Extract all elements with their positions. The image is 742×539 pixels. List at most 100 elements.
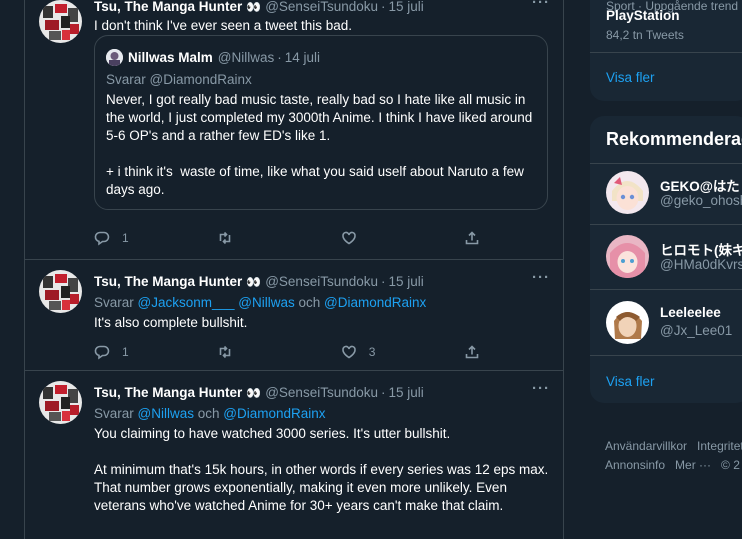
quoted-tweet-text: Never, I got really bad music taste, rea… [106, 92, 533, 197]
tweet-date[interactable]: 15 juli [389, 385, 424, 400]
terms-link[interactable]: Användarvillkor [605, 439, 687, 453]
reply-line: Svarar @Jacksonm___ @Nillwas och @Diamon… [94, 294, 550, 311]
show-more-trends-link[interactable]: Visa fler [606, 70, 655, 85]
tweet-actions: 1 3 [94, 343, 494, 361]
avatar[interactable] [39, 381, 82, 424]
reply-icon [94, 345, 110, 360]
tweet-text: I don't think I've ever seen a tweet thi… [94, 18, 353, 33]
divider [590, 224, 742, 225]
quoted-tweet-header: Nillwas Malm @Nillwas · 14 juli [106, 49, 320, 66]
more-options-icon[interactable]: ··· [532, 380, 550, 397]
reply-to-handle[interactable]: @Nillwas [138, 406, 194, 421]
tweet-header: Tsu, The Manga Hunter 👀 @SenseiTsundoku … [94, 384, 550, 401]
separator-dot: · [277, 50, 282, 65]
tweet[interactable]: Tsu, The Manga Hunter 👀 @SenseiTsundoku … [25, 371, 564, 539]
ads-info-link[interactable]: Annonsinfo [605, 458, 665, 472]
author-name[interactable]: Tsu, The Manga Hunter [94, 0, 242, 14]
reply-to-handle[interactable]: @DiamondRainx [223, 406, 325, 421]
privacy-link[interactable]: Integritet [697, 439, 742, 453]
reply-prefix: Svarar [94, 295, 138, 310]
divider [590, 52, 742, 53]
heart-icon [341, 231, 356, 245]
user-handle: @HMa0dKvrs [660, 257, 742, 272]
more-options-icon[interactable]: ··· [532, 269, 550, 286]
avatar[interactable] [606, 235, 649, 278]
separator-dot: · [381, 385, 386, 400]
reply-conjunction: och [193, 406, 224, 421]
tweet-content: Tsu, The Manga Hunter 👀 @SenseiTsundoku … [94, 380, 550, 515]
tweet-header: Tsu, The Manga Hunter 👀 @SenseiTsundoku … [94, 273, 550, 290]
footer-links: Användarvillkor Integritet Annonsinfo Mer … [605, 437, 742, 475]
eyes-emoji: 👀 [246, 0, 261, 14]
reply-count: 1 [122, 231, 129, 245]
right-sidebar: Sport · Uppgående trend PlayStation 84,2… [590, 0, 742, 539]
trends-panel: Sport · Uppgående trend PlayStation 84,2… [590, 0, 742, 101]
avatar[interactable] [606, 301, 649, 344]
like-button[interactable] [341, 229, 464, 247]
quoted-reply-line: Svarar @DiamondRainx [106, 72, 252, 87]
more-link[interactable]: Mer ··· [675, 458, 711, 472]
copyright: © 2 [721, 458, 740, 472]
user-name: ヒロモト(妹キ [660, 243, 742, 258]
user-handle: @Jx_Lee01 [660, 323, 733, 338]
share-icon [465, 231, 479, 245]
separator-dot: · [381, 0, 386, 14]
heart-icon [341, 345, 356, 359]
tweet-date[interactable]: 15 juli [389, 0, 424, 14]
reply-button[interactable]: 1 [94, 229, 217, 247]
like-button[interactable]: 3 [341, 343, 464, 361]
author-handle[interactable]: @SenseiTsundoku [265, 0, 378, 14]
retweet-button[interactable] [217, 343, 340, 361]
more-options-icon[interactable]: ··· [532, 0, 550, 11]
eyes-emoji: 👀 [246, 385, 261, 400]
tweet-content: Tsu, The Manga Hunter 👀 @SenseiTsundoku … [94, 269, 550, 332]
divider [590, 289, 742, 290]
who-to-follow-panel: Rekommenderade GEKO@はたく @geko_ohoshi [590, 116, 742, 403]
avatar[interactable] [606, 171, 649, 214]
reply-conjunction: och [294, 295, 325, 310]
retweet-icon [220, 231, 231, 245]
reply-icon [94, 231, 110, 246]
trend-tweet-count: 84,2 tn Tweets [606, 28, 684, 42]
tweet[interactable]: Tsu, The Manga Hunter 👀 @SenseiTsundoku … [25, 0, 564, 260]
quoted-author-name: Nillwas Malm [128, 50, 213, 65]
tweet-text: It's also complete bullshit. [94, 315, 248, 330]
divider [590, 355, 742, 356]
reply-line: Svarar @Nillwas och @DiamondRainx [94, 405, 550, 422]
user-handle: @geko_ohoshi [660, 193, 742, 208]
user-name: Leeleelee [660, 305, 721, 320]
author-name[interactable]: Tsu, The Manga Hunter [94, 385, 242, 400]
eyes-emoji: 👀 [246, 274, 261, 289]
retweet-icon [220, 345, 231, 359]
reply-to-handle: @DiamondRainx [149, 72, 252, 87]
reply-prefix: Svarar [94, 406, 138, 421]
tweet-content: Tsu, The Manga Hunter 👀 @SenseiTsundoku … [94, 0, 550, 210]
reply-button[interactable]: 1 [94, 343, 217, 361]
author-handle[interactable]: @SenseiTsundoku [265, 385, 378, 400]
reply-count: 1 [122, 345, 129, 359]
share-icon [465, 345, 479, 359]
tweet-text: You claiming to have watched 3000 series… [94, 426, 549, 513]
show-more-users-link[interactable]: Visa fler [606, 374, 655, 389]
share-button[interactable] [464, 343, 494, 361]
avatar[interactable] [39, 270, 82, 313]
retweet-button[interactable] [217, 229, 340, 247]
share-button[interactable] [464, 229, 494, 247]
author-handle[interactable]: @SenseiTsundoku [265, 274, 378, 289]
quoted-date: 14 juli [284, 50, 321, 65]
like-count: 3 [368, 345, 376, 359]
tweet-actions: 1 [94, 229, 494, 247]
trend-name[interactable]: PlayStation [606, 8, 680, 23]
reply-to-handle[interactable]: @DiamondRainx [324, 295, 426, 310]
tweet-date[interactable]: 15 juli [389, 274, 424, 289]
quoted-author-handle: @Nillwas [217, 50, 275, 65]
avatar[interactable] [39, 0, 82, 43]
tweet[interactable]: Tsu, The Manga Hunter 👀 @SenseiTsundoku … [25, 260, 564, 371]
reply-to-handle[interactable]: @Jacksonm___ [138, 295, 235, 310]
quoted-tweet[interactable]: Nillwas Malm @Nillwas · 14 juli Svarar @… [94, 35, 548, 210]
reply-prefix: Svarar [106, 72, 150, 87]
reply-to-handle[interactable]: @Nillwas [238, 295, 294, 310]
author-name[interactable]: Tsu, The Manga Hunter [94, 274, 242, 289]
panel-title: Rekommenderade [606, 129, 742, 149]
separator-dot: · [381, 274, 386, 289]
